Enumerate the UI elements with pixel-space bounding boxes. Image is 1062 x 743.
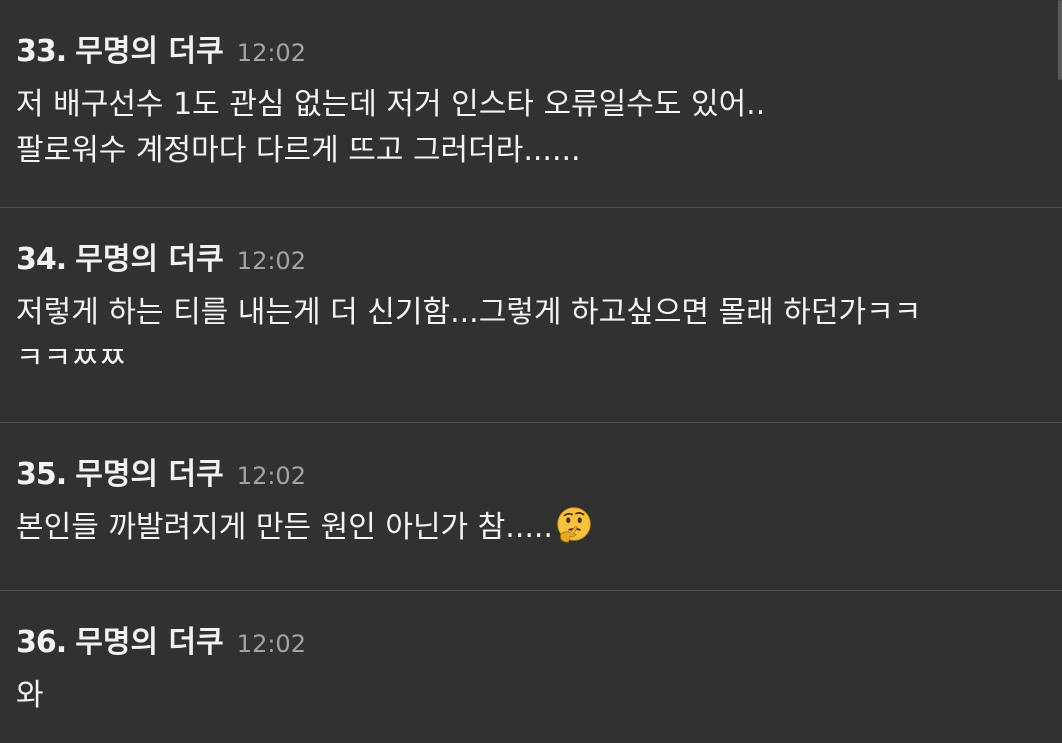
comment-line: 팔로워수 계정마다 다르게 뜨고 그러더라......	[16, 133, 581, 168]
comment-body: 저 배구선수 1도 관심 없는데 저거 인스타 오류일수도 있어.. 팔로워수 …	[16, 82, 1052, 174]
comment-number[interactable]: 35.	[16, 457, 67, 492]
comment-number[interactable]: 33.	[16, 34, 67, 69]
thinking-face-icon	[557, 507, 591, 543]
comment-body: 본인들 까발려지게 만든 원인 아닌가 참.....	[16, 505, 1052, 551]
comment-line: 와	[16, 678, 44, 713]
comment-item: 33. 무명의 더쿠 12:02 저 배구선수 1도 관심 없는데 저거 인스타…	[0, 0, 1062, 207]
comment-header: 34. 무명의 더쿠 12:02	[16, 234, 306, 277]
comment-line: ㅋㅋㅉㅉ	[16, 341, 127, 376]
comment-time: 12:02	[236, 630, 306, 658]
comment-nickname: 무명의 더쿠	[75, 34, 224, 69]
comment-line: 저렇게 하는 티를 내는게 더 신기함...그렇게 하고싶으면 몰래 하던가ㅋㅋ	[16, 295, 922, 330]
comment-body: 저렇게 하는 티를 내는게 더 신기함...그렇게 하고싶으면 몰래 하던가ㅋㅋ…	[16, 290, 1052, 382]
comment-item: 35. 무명의 더쿠 12:02 본인들 까발려지게 만든 원인 아닌가 참..…	[0, 423, 1062, 590]
comment-header: 33. 무명의 더쿠 12:02	[16, 26, 306, 69]
comment-body: 와	[16, 673, 1052, 719]
comment-nickname: 무명의 더쿠	[75, 457, 224, 492]
scrollbar[interactable]	[1058, 0, 1062, 80]
comment-item: 34. 무명의 더쿠 12:02 저렇게 하는 티를 내는게 더 신기함...그…	[0, 208, 1062, 422]
comment-time: 12:02	[236, 247, 306, 275]
comment-line: 본인들 까발려지게 만든 원인 아닌가 참.....	[16, 510, 553, 545]
comment-time: 12:02	[236, 39, 306, 67]
comment-item: 36. 무명의 더쿠 12:02 와	[0, 591, 1062, 743]
comment-header: 36. 무명의 더쿠 12:02	[16, 617, 306, 660]
comment-time: 12:02	[236, 462, 306, 490]
comment-nickname: 무명의 더쿠	[75, 242, 224, 277]
comment-nickname: 무명의 더쿠	[75, 625, 224, 660]
comment-number[interactable]: 36.	[16, 625, 67, 660]
comment-number[interactable]: 34.	[16, 242, 67, 277]
comment-header: 35. 무명의 더쿠 12:02	[16, 449, 306, 492]
comment-line: 저 배구선수 1도 관심 없는데 저거 인스타 오류일수도 있어..	[16, 87, 766, 122]
